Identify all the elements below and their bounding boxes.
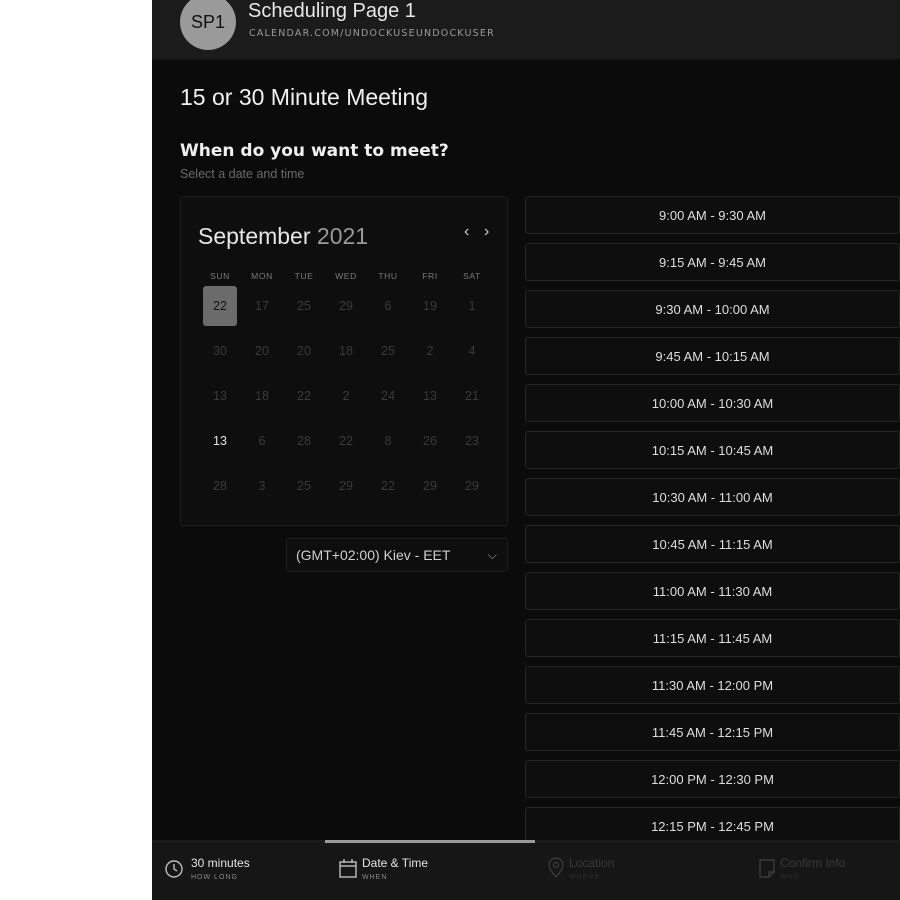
calendar-day: 8	[384, 433, 392, 448]
step-when-sub: WHEN	[362, 874, 388, 881]
when-subtitle: Select a date and time	[180, 167, 305, 181]
time-slot-button[interactable]: 9:45 AM - 10:15 AM	[525, 337, 900, 375]
timezone-select[interactable]: (GMT+02:00) Kiev - EET ⌵	[286, 538, 508, 572]
calendar-day: 13	[213, 388, 227, 403]
calendar-day: 26	[423, 433, 437, 448]
calendar-day: 2	[342, 388, 350, 403]
day-of-week-label: SAT	[463, 271, 481, 281]
chevron-left-icon[interactable]: ‹	[464, 223, 469, 241]
calendar-week-row: 30 20 20 18 25 2 4	[199, 328, 493, 373]
time-slot-button[interactable]: 12:00 PM - 12:30 PM	[525, 760, 900, 798]
day-of-week-label: WED	[335, 271, 357, 281]
time-slot-button[interactable]: 11:15 AM - 11:45 AM	[525, 619, 900, 657]
day-of-week-label: MON	[251, 271, 273, 281]
scheduling-page-title: Scheduling Page 1	[248, 0, 416, 22]
avatar: SP1	[180, 0, 236, 50]
calendar-day[interactable]: 13	[203, 421, 237, 461]
calendar-day: 29	[339, 478, 353, 493]
step-where-label: Location	[569, 856, 615, 870]
calendar-day: 4	[468, 343, 476, 358]
calendar-day: 20	[255, 343, 269, 358]
clock-icon	[165, 860, 183, 878]
calendar-week-row: 13 18 22 2 24 13 21	[199, 373, 493, 418]
calendar-month-year: September 2021	[198, 223, 368, 250]
calendar-day: 28	[213, 478, 227, 493]
calendar-day: 18	[339, 343, 353, 358]
calendar-day: 30	[213, 343, 227, 358]
calendar-day: 1	[468, 298, 476, 313]
calendar-day: 23	[465, 433, 479, 448]
calendar-day: 18	[255, 388, 269, 403]
document-icon	[759, 859, 775, 878]
calendar-day: 25	[297, 298, 311, 313]
calendar-day: 29	[465, 478, 479, 493]
time-slot-button[interactable]: 10:30 AM - 11:00 AM	[525, 478, 900, 516]
time-slot-button[interactable]: 10:00 AM - 10:30 AM	[525, 384, 900, 422]
day-of-week-label: FRI	[422, 271, 438, 281]
calendar-day: 19	[423, 298, 437, 313]
step-how-long-label: 30 minutes	[191, 856, 250, 870]
day-of-week-label: TUE	[294, 271, 314, 281]
step-when-label: Date & Time	[362, 856, 429, 870]
calendar-year: 2021	[316, 223, 369, 249]
calendar-day: 25	[297, 478, 311, 493]
calendar-day: 6	[384, 298, 392, 313]
step-who-sub: WHO	[780, 874, 801, 881]
calendar-day: 22	[339, 433, 353, 448]
time-slot-button[interactable]: 9:30 AM - 10:00 AM	[525, 290, 900, 328]
calendar-day: 17	[255, 298, 269, 313]
calendar-day-selected[interactable]: 22	[203, 285, 237, 326]
chevron-down-icon: ⌵	[487, 548, 497, 562]
calendar-day: 2	[426, 343, 434, 358]
step-who-label: Confirm Info	[780, 856, 846, 870]
step-how-long-sub: HOW LONG	[191, 874, 238, 881]
calendar-day: 6	[258, 433, 266, 448]
date-picker-calendar: September 2021 ‹ › SUN MON TUE WED THU FRI SAT…	[180, 196, 508, 526]
calendar-day: 29	[339, 298, 353, 313]
calendar-day: 29	[423, 478, 437, 493]
time-slot-button[interactable]: 11:30 AM - 12:00 PM	[525, 666, 900, 704]
calendar-grid: SUN MON TUE WED THU FRI SAT 22 17 25 29 6 19 1 30 20 20…	[199, 263, 493, 508]
calendar-week-row: 28 3 25 29 22 29 29	[199, 463, 493, 508]
timezone-value: (GMT+02:00) Kiev - EET	[296, 547, 451, 563]
time-slot-button[interactable]: 9:15 AM - 9:45 AM	[525, 243, 900, 281]
page-left-margin	[0, 0, 152, 900]
calendar-day: 25	[381, 343, 395, 358]
calendar-day: 22	[297, 388, 311, 403]
calendar-week-row: 22 17 25 29 6 19 1	[199, 283, 493, 328]
calendar-day: 13	[423, 388, 437, 403]
time-slot-list: 9:00 AM - 9:30 AM 9:15 AM - 9:45 AM 9:30 A…	[525, 196, 900, 854]
page-header: SP1 Scheduling Page 1 CALENDAR.COM/UNDOC…	[152, 0, 900, 60]
calendar-day: 28	[297, 433, 311, 448]
calendar-day: 24	[381, 388, 395, 403]
chevron-right-icon[interactable]: ›	[484, 223, 489, 241]
calendar-day: 20	[297, 343, 311, 358]
scheduling-app: SP1 Scheduling Page 1 CALENDAR.COM/UNDOC…	[152, 0, 900, 900]
time-slot-button[interactable]: 11:00 AM - 11:30 AM	[525, 572, 900, 610]
step-where-sub: WHERE	[569, 874, 601, 881]
calendar-icon	[339, 859, 357, 878]
time-slot-button[interactable]: 9:00 AM - 9:30 AM	[525, 196, 900, 234]
time-slot-button[interactable]: 10:45 AM - 11:15 AM	[525, 525, 900, 563]
calendar-day: 22	[381, 478, 395, 493]
time-slot-button[interactable]: 11:45 AM - 12:15 PM	[525, 713, 900, 751]
when-question: When do you want to meet?	[180, 141, 449, 161]
calendar-month: September	[198, 223, 311, 249]
step-footer: 30 minutes HOW LONG Date & Time WHEN Loc…	[152, 843, 900, 900]
calendar-week-row: 13 6 28 22 8 26 23	[199, 418, 493, 463]
location-pin-icon	[548, 857, 564, 879]
days-of-week-row: SUN MON TUE WED THU FRI SAT	[199, 263, 493, 283]
day-of-week-label: THU	[378, 271, 398, 281]
scheduling-page-url[interactable]: CALENDAR.COM/UNDOCKUSEUNDOCKUSER	[249, 28, 495, 39]
meeting-title: 15 or 30 Minute Meeting	[180, 84, 429, 110]
calendar-day: 3	[258, 478, 266, 493]
day-of-week-label: SUN	[210, 271, 230, 281]
time-slot-button[interactable]: 10:15 AM - 10:45 AM	[525, 431, 900, 469]
calendar-day: 21	[465, 388, 479, 403]
